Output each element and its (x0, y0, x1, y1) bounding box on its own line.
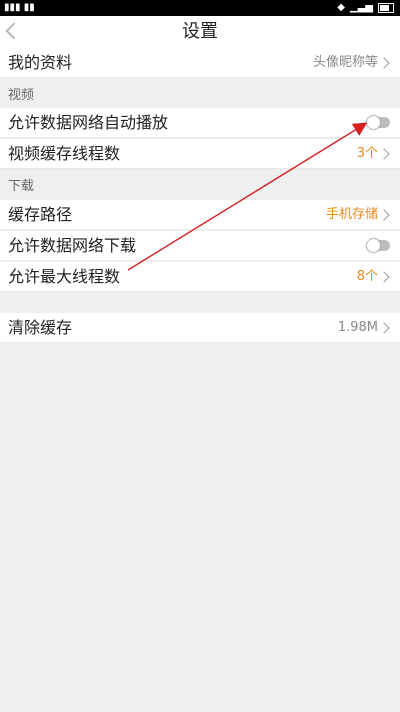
autoplay-row[interactable]: 允许数据网络自动播放 (0, 108, 400, 138)
clear-cache-label: 清除缓存 (8, 318, 73, 337)
chevron-right-icon (378, 57, 390, 69)
video-cache-threads-value: 3个 (356, 146, 378, 161)
chevron-right-icon (378, 271, 390, 283)
annotation-arrow (127, 122, 368, 271)
profile-value: 头像昵称等 (312, 55, 378, 70)
autoplay-toggle[interactable] (367, 116, 390, 129)
mobile-download-row[interactable]: 允许数据网络下载 (0, 231, 400, 261)
notification-icons: ▮▮▮ ▮▮ (4, 2, 35, 13)
section-title-download: 下载 (8, 179, 35, 194)
profile-row[interactable]: 我的资料 头像昵称等 (0, 48, 400, 78)
cache-path-value: 手机存储 (325, 207, 378, 222)
video-cache-threads-row[interactable]: 视频缓存线程数 3个 (0, 139, 400, 169)
autoplay-label: 允许数据网络自动播放 (8, 113, 169, 132)
status-bar: ▮▮▮ ▮▮ ◆ ▁▃▅ (0, 0, 400, 16)
status-bar-right: ◆ ▁▃▅ (337, 1, 394, 15)
wifi-icon: ◆ (337, 2, 345, 13)
cache-path-row[interactable]: 缓存路径 手机存储 (0, 200, 400, 230)
status-bar-left: ▮▮▮ ▮▮ (4, 1, 35, 15)
max-threads-value: 8个 (356, 269, 378, 284)
section-title-video: 视频 (8, 88, 35, 103)
battery-icon (378, 3, 394, 13)
toggle-knob (367, 239, 380, 252)
chevron-right-icon (378, 209, 390, 221)
clear-cache-row[interactable]: 清除缓存 1.98M (0, 313, 400, 343)
mobile-download-toggle[interactable] (367, 239, 390, 252)
profile-label: 我的资料 (8, 53, 73, 72)
nav-header: 设置 (0, 16, 400, 49)
chevron-right-icon (378, 322, 390, 334)
toggle-knob (367, 116, 380, 129)
video-cache-threads-label: 视频缓存线程数 (8, 144, 121, 163)
cache-path-label: 缓存路径 (8, 205, 73, 224)
mobile-download-label: 允许数据网络下载 (8, 236, 137, 255)
max-threads-row[interactable]: 允许最大线程数 8个 (0, 262, 400, 292)
page-title: 设置 (182, 21, 218, 42)
chevron-right-icon (378, 148, 390, 160)
signal-icon: ▁▃▅ (349, 2, 373, 13)
max-threads-label: 允许最大线程数 (8, 267, 121, 286)
clear-cache-value: 1.98M (337, 320, 378, 335)
